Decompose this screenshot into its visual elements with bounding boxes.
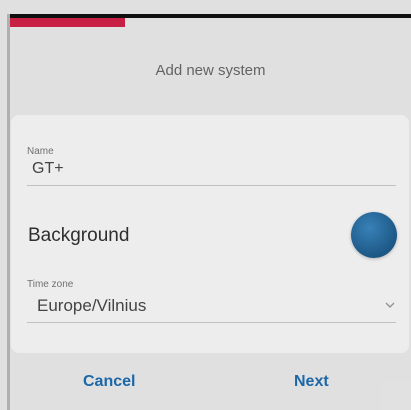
- background-color-picker[interactable]: [351, 212, 397, 258]
- cancel-button[interactable]: Cancel: [83, 373, 135, 391]
- progress-bar: [10, 18, 125, 27]
- add-system-dialog: Add new system Name GT+ Background Time …: [0, 0, 411, 410]
- name-field-underline: [27, 185, 396, 186]
- time-zone-select[interactable]: Europe/Vilnius: [37, 296, 146, 316]
- chevron-down-icon[interactable]: [385, 300, 395, 310]
- background-label: Background: [28, 225, 130, 246]
- page-title: Add new system: [155, 62, 266, 79]
- time-zone-underline: [27, 322, 396, 323]
- form-card: Name GT+ Background Time zone Europe/Vil…: [11, 115, 409, 353]
- name-input[interactable]: GT+: [32, 160, 64, 178]
- next-button[interactable]: Next: [294, 373, 329, 391]
- time-zone-label: Time zone: [27, 279, 74, 290]
- name-field-label: Name: [27, 146, 54, 157]
